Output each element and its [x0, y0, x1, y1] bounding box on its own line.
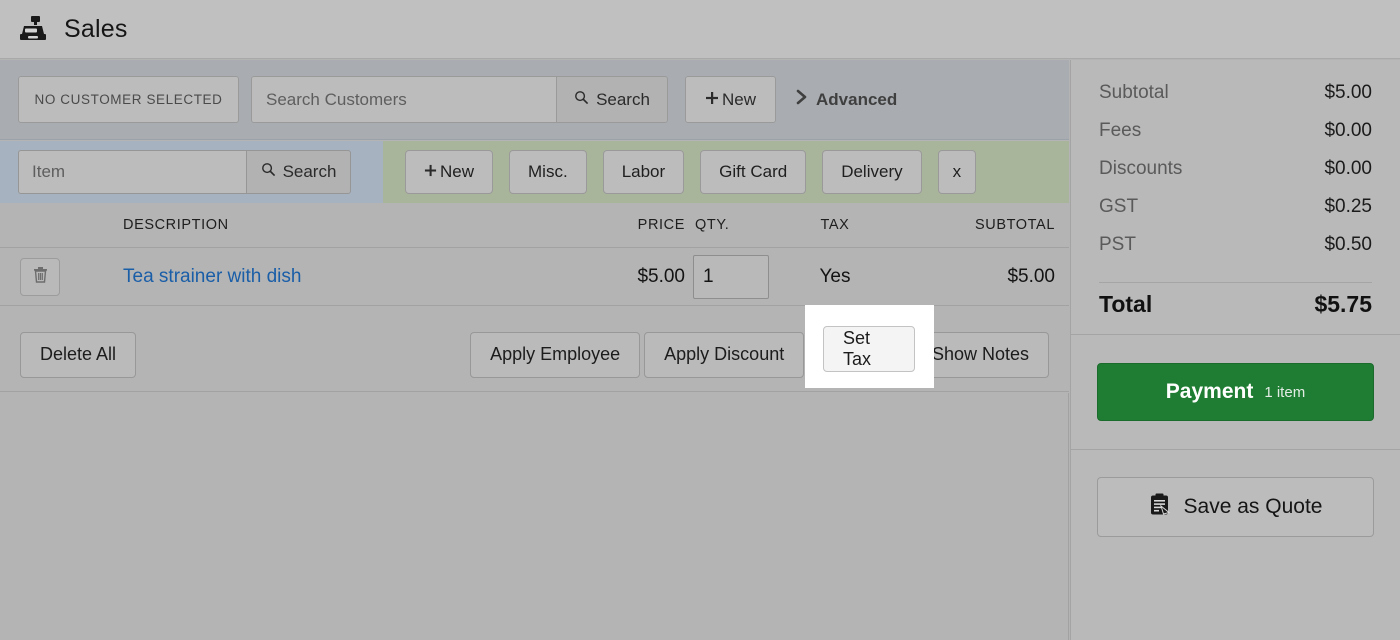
apply-employee-button[interactable]: Apply Employee — [470, 331, 641, 378]
set-tax-button[interactable]: Set Tax — [823, 326, 915, 372]
subtotal-value: $5.00 — [1324, 82, 1372, 103]
table-header-price: PRICE — [637, 217, 685, 233]
payment-label: Payment — [1165, 380, 1254, 403]
discounts-value: $0.00 — [1324, 158, 1372, 179]
no-customer-label: NO CUSTOMER SELECTED — [34, 92, 223, 107]
item-delivery-label: Delivery — [841, 162, 903, 181]
apply-employee-label: Apply Employee — [490, 344, 621, 364]
trash-icon — [33, 266, 48, 288]
totals-divider — [1099, 282, 1372, 283]
table-header-tax: TAX — [820, 217, 850, 233]
item-toolbar: Search New Misc. Labor Gift Card — [0, 141, 1069, 203]
item-search-button-label: Search — [282, 162, 337, 181]
total-row-fees: Fees $0.00 — [1099, 120, 1372, 158]
payment-section: Payment 1 item — [1071, 335, 1400, 449]
qty-input[interactable] — [693, 254, 769, 299]
item-actions-section: New Misc. Labor Gift Card Delivery x — [383, 141, 1069, 203]
line-item-link[interactable]: Tea strainer with dish — [123, 266, 301, 287]
table-cell-description: Tea strainer with dish — [80, 266, 545, 288]
apply-discount-label: Apply Discount — [664, 344, 785, 364]
total-row-pst: PST $0.50 — [1099, 234, 1372, 272]
magnifier-icon — [574, 90, 589, 110]
magnifier-icon — [261, 162, 276, 182]
delete-line-item-button[interactable] — [20, 257, 60, 296]
table-cell-subtotal: $5.00 — [1007, 265, 1055, 287]
item-misc-label: Misc. — [528, 162, 568, 181]
advanced-label: Advanced — [816, 89, 898, 109]
app-header: Sales — [0, 0, 1400, 59]
item-search-section: Search — [0, 141, 383, 203]
item-misc-button[interactable]: Misc. — [509, 150, 587, 194]
table-header-row: DESCRIPTION PRICE QTY. TAX SUBTOTAL — [0, 203, 1069, 248]
chevron-right-icon — [796, 89, 808, 110]
table-cell-qty — [685, 254, 769, 299]
item-delivery-button[interactable]: Delivery — [822, 150, 922, 194]
pos-sales-screen: Sales NO CUSTOMER SELECTED Search Custom… — [0, 0, 1400, 640]
table-header-qty: QTY. — [695, 217, 730, 233]
table-row: Tea strainer with dish $5.00 Yes $5.00 — [0, 248, 1069, 306]
table-header-subtotal: SUBTOTAL — [974, 217, 1055, 233]
payment-button[interactable]: Payment 1 item — [1097, 363, 1374, 421]
grand-total-value: $5.75 — [1314, 291, 1372, 317]
gst-value: $0.25 — [1324, 196, 1372, 217]
total-row-discounts: Discounts $0.00 — [1099, 158, 1372, 196]
total-row-subtotal: Subtotal $5.00 — [1099, 82, 1372, 120]
customer-bar: NO CUSTOMER SELECTED Search Customers Se… — [0, 60, 1069, 140]
pst-label: PST — [1099, 234, 1136, 255]
customer-search-button[interactable]: Search — [556, 76, 668, 123]
show-notes-label: Show Notes — [931, 344, 1029, 364]
total-row-gst: GST $0.25 — [1099, 196, 1372, 234]
subtotal-label: Subtotal — [1099, 82, 1169, 103]
payment-item-count: 1 item — [1264, 383, 1306, 401]
item-new-label: New — [440, 162, 475, 181]
customer-search-input[interactable] — [251, 76, 556, 123]
apply-discount-button[interactable]: Apply Discount — [644, 331, 805, 378]
item-gift-card-label: Gift Card — [719, 162, 788, 181]
table-cell-delete — [0, 257, 80, 296]
table-cell-price: $5.00 — [637, 265, 685, 287]
no-customer-selected-button[interactable]: NO CUSTOMER SELECTED — [18, 76, 239, 123]
line-item-actions-right: Apply Employee Apply Discount Set Tax Sh… — [470, 331, 1049, 378]
delete-all-button[interactable]: Delete All — [20, 331, 137, 378]
set-tax-label: Set Tax — [843, 328, 872, 369]
delete-all-label: Delete All — [40, 344, 117, 364]
save-as-quote-button[interactable]: Save as Quote — [1097, 477, 1374, 537]
page-title: Sales — [64, 14, 128, 43]
item-labor-label: Labor — [621, 162, 666, 181]
item-close-label: x — [952, 162, 962, 181]
totals-list: Subtotal $5.00 Fees $0.00 Discounts $0.0… — [1071, 60, 1400, 334]
item-close-button[interactable]: x — [937, 150, 977, 194]
customer-search-button-label: Search — [596, 89, 650, 109]
advanced-toggle[interactable]: Advanced — [796, 89, 897, 110]
discounts-label: Discounts — [1099, 158, 1183, 179]
item-new-button[interactable]: New — [405, 150, 494, 194]
quote-section: Save as Quote — [1071, 450, 1400, 564]
plus-icon — [424, 162, 437, 182]
totals-sidebar: Subtotal $5.00 Fees $0.00 Discounts $0.0… — [1070, 60, 1400, 640]
cash-register-icon — [18, 14, 48, 44]
save-as-quote-label: Save as Quote — [1183, 495, 1323, 518]
grand-total-label: Total — [1099, 291, 1153, 317]
grand-total-row: Total $5.75 — [1099, 291, 1372, 334]
new-customer-button[interactable]: New — [685, 76, 777, 123]
fees-value: $0.00 — [1324, 120, 1372, 141]
line-items-table: DESCRIPTION PRICE QTY. TAX SUBTOTAL Tea … — [0, 203, 1069, 306]
item-labor-button[interactable]: Labor — [602, 150, 685, 194]
customer-search-group: Search — [251, 76, 668, 123]
plus-icon — [705, 90, 719, 110]
gst-label: GST — [1099, 196, 1139, 217]
empty-content-area — [0, 393, 1069, 640]
fees-label: Fees — [1099, 120, 1142, 141]
table-cell-tax: Yes — [819, 265, 851, 287]
table-header-description: DESCRIPTION — [123, 217, 229, 233]
clipboard-quote-icon — [1149, 493, 1170, 522]
new-customer-label: New — [722, 89, 757, 109]
pst-value: $0.50 — [1324, 234, 1372, 255]
item-gift-card-button[interactable]: Gift Card — [700, 150, 807, 194]
item-search-button[interactable]: Search — [246, 150, 351, 194]
item-search-input[interactable] — [18, 150, 246, 194]
